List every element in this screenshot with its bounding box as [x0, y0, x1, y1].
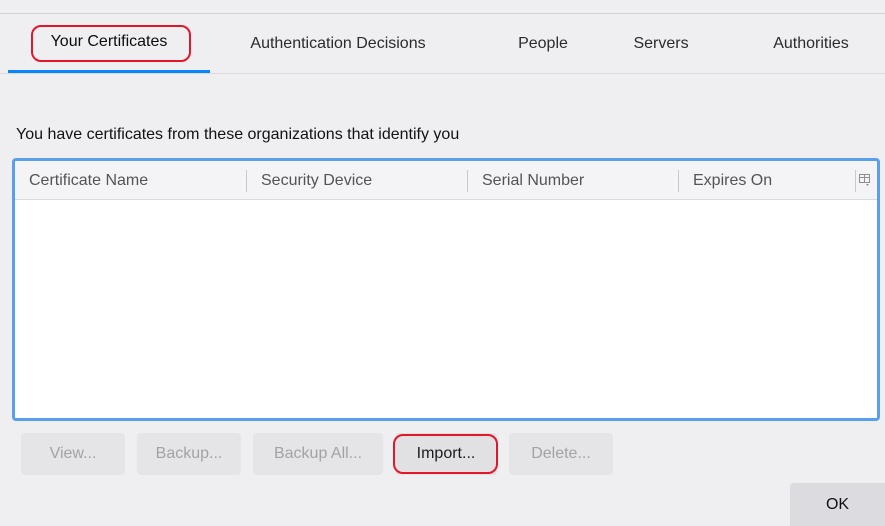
- tab-authentication-decisions[interactable]: Authentication Decisions: [226, 14, 450, 74]
- tab-authorities[interactable]: Authorities: [756, 14, 866, 74]
- delete-button[interactable]: Delete...: [509, 433, 613, 475]
- description-text: You have certificates from these organiz…: [16, 126, 460, 143]
- tab-your-certificates[interactable]: Your Certificates: [8, 14, 210, 74]
- certificate-manager-dialog: Your Certificates Authentication Decisio…: [0, 0, 885, 526]
- tree-body-empty[interactable]: [15, 201, 877, 418]
- backup-button[interactable]: Backup...: [137, 433, 241, 475]
- window-top-edge: [0, 0, 885, 14]
- column-expires-on[interactable]: Expires On: [679, 161, 859, 200]
- tree-header: Certificate Name Security Device Serial …: [15, 161, 877, 200]
- tab-label: Authorities: [773, 35, 849, 52]
- tab-bar: Your Certificates Authentication Decisio…: [8, 14, 878, 74]
- ok-button[interactable]: OK: [790, 483, 885, 526]
- backup-all-button[interactable]: Backup All...: [253, 433, 383, 475]
- tab-servers[interactable]: Servers: [616, 14, 706, 74]
- tab-label: Authentication Decisions: [250, 35, 426, 52]
- column-security-device[interactable]: Security Device: [247, 161, 467, 200]
- import-button[interactable]: Import...: [395, 433, 497, 475]
- tabs-divider: [0, 73, 885, 74]
- tab-label: Servers: [633, 35, 689, 52]
- tab-label: People: [518, 35, 568, 52]
- tab-people[interactable]: People: [498, 14, 588, 74]
- tab-label: Your Certificates: [50, 33, 168, 50]
- column-serial-number[interactable]: Serial Number: [468, 161, 678, 200]
- certificate-tree[interactable]: Certificate Name Security Device Serial …: [12, 158, 880, 421]
- column-separator: [855, 170, 856, 192]
- column-certificate-name[interactable]: Certificate Name: [15, 161, 246, 200]
- column-picker-icon[interactable]: [857, 171, 873, 189]
- view-button[interactable]: View...: [21, 433, 125, 475]
